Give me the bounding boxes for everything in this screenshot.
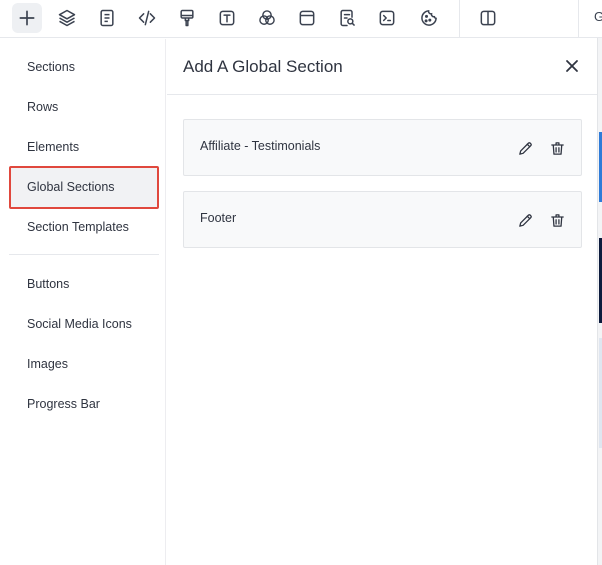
builder-app: G Sections Rows Elements Global Sections…	[0, 0, 602, 565]
trash-icon	[550, 213, 564, 227]
toolbar-divider	[459, 0, 460, 38]
canvas-edge-preview	[597, 38, 602, 565]
top-toolbar: G	[0, 0, 602, 38]
sidebar-item-rows[interactable]: Rows	[27, 100, 58, 114]
layout-icon	[299, 10, 315, 26]
add-icon	[19, 10, 35, 26]
truncated-toolbar-label[interactable]: G	[594, 9, 602, 24]
panel-header-divider	[167, 94, 597, 95]
global-section-card[interactable]: Affiliate - Testimonials	[183, 119, 582, 176]
page-icon	[100, 9, 114, 27]
typography-button[interactable]	[212, 3, 242, 33]
close-button[interactable]	[562, 56, 582, 76]
search-document-icon	[340, 9, 355, 27]
global-section-name: Affiliate - Testimonials	[200, 139, 321, 153]
sidebar-item-section-templates[interactable]: Section Templates	[27, 220, 129, 234]
sidebar-item-elements[interactable]: Elements	[27, 140, 79, 154]
scripts-button[interactable]	[372, 3, 402, 33]
sidebar: Sections Rows Elements Global Sections S…	[0, 39, 166, 565]
delete-section-button[interactable]	[548, 211, 566, 229]
delete-section-button[interactable]	[548, 139, 566, 157]
panel-title: Add A Global Section	[183, 57, 343, 76]
sidebar-item-global-sections[interactable]: Global Sections	[27, 180, 115, 194]
global-section-card[interactable]: Footer	[183, 191, 582, 248]
code-button[interactable]	[132, 3, 162, 33]
cookies-button[interactable]	[414, 3, 444, 33]
layout-button[interactable]	[292, 3, 322, 33]
cookie-icon	[421, 10, 437, 26]
sidebar-item-social-media-icons[interactable]: Social Media Icons	[27, 317, 132, 331]
pencil-icon	[518, 141, 532, 155]
layers-icon	[58, 9, 76, 27]
toolbar-divider	[578, 0, 579, 38]
color-circles-icon	[259, 10, 275, 25]
sidebar-item-images[interactable]: Images	[27, 357, 68, 371]
colors-button[interactable]	[252, 3, 282, 33]
pencil-icon	[518, 213, 532, 227]
edit-section-button[interactable]	[516, 139, 534, 157]
styles-button[interactable]	[172, 3, 202, 33]
edit-section-button[interactable]	[516, 211, 534, 229]
seo-button[interactable]	[332, 3, 362, 33]
layers-button[interactable]	[52, 3, 82, 33]
sidebar-item-progress-bar[interactable]: Progress Bar	[27, 397, 100, 411]
paint-brush-icon	[180, 9, 194, 27]
code-icon	[138, 10, 156, 26]
split-view-icon	[480, 10, 496, 26]
trash-icon	[550, 141, 564, 155]
split-view-button[interactable]	[473, 3, 503, 33]
pages-button[interactable]	[92, 3, 122, 33]
global-section-name: Footer	[200, 211, 237, 225]
sidebar-divider	[9, 254, 159, 255]
terminal-icon	[379, 10, 395, 26]
close-icon	[566, 60, 578, 72]
sidebar-item-buttons[interactable]: Buttons	[27, 277, 69, 291]
add-button[interactable]	[12, 3, 42, 33]
text-icon	[219, 10, 235, 26]
sidebar-item-sections[interactable]: Sections	[27, 60, 75, 74]
